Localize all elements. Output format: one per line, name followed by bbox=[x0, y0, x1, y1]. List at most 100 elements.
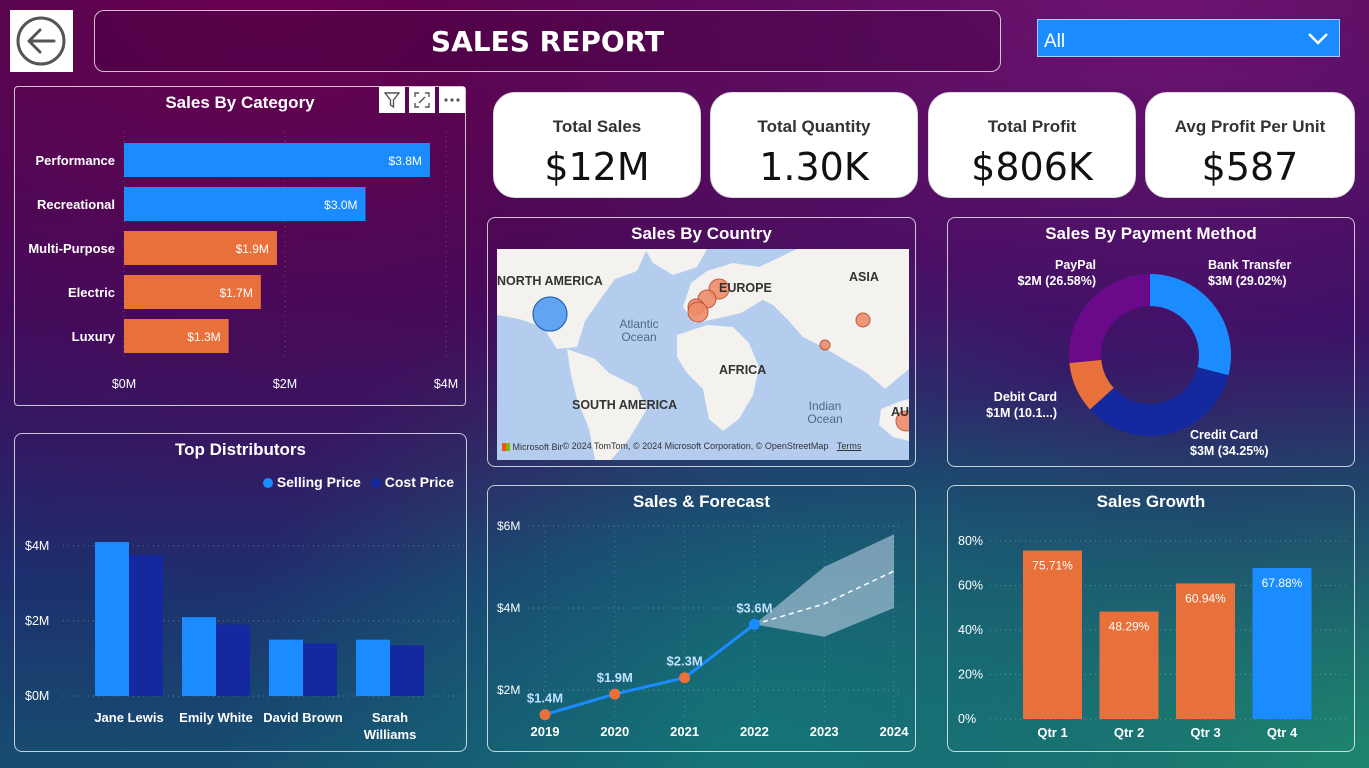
country-bubble bbox=[855, 312, 871, 328]
data-label: $2.3M bbox=[667, 654, 703, 669]
y-tick-label: $4M bbox=[25, 539, 49, 553]
kpi-label: Total Profit bbox=[987, 117, 1077, 136]
category-bar bbox=[124, 143, 430, 177]
forecast-line-chart: $2M $4M $6M 2019 2020 2021 2022 2023 2024 $1.4M $1… bbox=[497, 519, 909, 739]
back-button[interactable] bbox=[10, 10, 73, 72]
slice-name-label: Bank Transfer bbox=[1208, 258, 1292, 272]
category-label: Jane Lewis bbox=[94, 710, 163, 725]
y-tick-label: $4M bbox=[497, 601, 520, 615]
sales-by-payment-panel[interactable]: Sales By Payment Method Bank Transfer $3M… bbox=[947, 217, 1355, 467]
data-label: $1.9M bbox=[597, 670, 633, 685]
donut-slice bbox=[1150, 274, 1231, 376]
map-attribution: Microsoft Bing© 2024 TomTom, © 2024 Micr… bbox=[502, 441, 861, 452]
slice-value-label: $3M (34.25%) bbox=[1190, 444, 1269, 458]
forecast-band bbox=[754, 534, 894, 637]
chevron-down-icon bbox=[1308, 33, 1328, 45]
distributor-bar bbox=[95, 542, 129, 696]
bar-value-label: $1.9M bbox=[236, 242, 269, 256]
category-label: Luxury bbox=[72, 329, 116, 344]
bar-value-label: $3.8M bbox=[389, 154, 422, 168]
y-tick-label: $0M bbox=[25, 689, 49, 703]
x-tick-label: 2019 bbox=[531, 724, 560, 739]
slice-value-label: $2M (26.58%) bbox=[1017, 274, 1096, 288]
sales-line bbox=[544, 623, 756, 717]
kpi-card-total-quantity: Total Quantity 1.30K bbox=[710, 92, 918, 198]
donut-slice bbox=[1090, 367, 1229, 436]
bar-value-label: $1.3M bbox=[187, 330, 220, 344]
map-label: SOUTH AMERICA bbox=[572, 398, 678, 412]
landmass bbox=[645, 249, 707, 275]
map-label: NORTH AMERICA bbox=[497, 274, 603, 288]
sales-forecast-panel[interactable]: Sales & Forecast $2M $4M $6M 2019 2020 2021 20… bbox=[487, 485, 916, 752]
y-tick-label: 40% bbox=[958, 623, 983, 637]
terms-link[interactable]: Terms bbox=[837, 441, 862, 451]
growth-bar-chart: 0% 20% 40% 60% 80% 75.71% Qtr 1 48.29% Qtr 2 60.9… bbox=[958, 534, 1346, 740]
kpi-value: $587 bbox=[1201, 145, 1299, 189]
category-label: Emily White bbox=[179, 710, 253, 725]
world-map[interactable]: NORTH AMERICA EUROPE ASIA AFRICA SOUTH A… bbox=[497, 249, 909, 460]
map-label: ASIA bbox=[849, 270, 879, 284]
slice-name-label: Debit Card bbox=[994, 390, 1057, 404]
payment-donut-chart: Bank Transfer $3M (29.02%) Credit Card $3M … bbox=[986, 258, 1292, 458]
distributors-bar-chart: $0M $2M $4M Jane Lewis Emily White David Brow… bbox=[25, 539, 462, 742]
back-arrow-icon bbox=[16, 16, 66, 66]
title-bar: SALES REPORT bbox=[94, 10, 1001, 72]
category-label: David Brown bbox=[263, 710, 343, 725]
distributor-bar bbox=[216, 624, 250, 696]
bar-value-label: 75.71% bbox=[1032, 559, 1073, 573]
data-point bbox=[748, 618, 760, 630]
distributor-bar bbox=[390, 645, 424, 696]
sales-by-category-panel[interactable]: Sales By Category Performance $3.8M Recrea… bbox=[14, 86, 466, 406]
kpi-card-total-sales: Total Sales $12M bbox=[493, 92, 701, 198]
panel-title: Sales By Country bbox=[631, 224, 772, 243]
bar-value-label: 60.94% bbox=[1185, 591, 1226, 605]
y-tick-label: $6M bbox=[497, 519, 520, 533]
slice-value-label: $1M (10.1...) bbox=[986, 406, 1057, 420]
y-tick-label: $2M bbox=[497, 683, 520, 697]
kpi-value: 1.30K bbox=[759, 145, 869, 189]
y-tick-label: 0% bbox=[958, 712, 976, 726]
data-point bbox=[539, 709, 551, 721]
kpi-card-total-profit: Total Profit $806K bbox=[928, 92, 1136, 198]
kpi-value: $806K bbox=[971, 145, 1093, 189]
sales-by-country-panel[interactable]: Sales By Country NORTH AMERICA EUROPE AS… bbox=[487, 217, 916, 467]
page-title: SALES REPORT bbox=[430, 25, 665, 58]
category-label: Williams bbox=[364, 727, 417, 742]
slice-name-label: Credit Card bbox=[1190, 428, 1258, 442]
map-label: EUROPE bbox=[719, 281, 772, 295]
growth-bar bbox=[1023, 550, 1082, 719]
x-tick-label: Qtr 3 bbox=[1190, 725, 1220, 740]
data-label: $1.4M bbox=[527, 691, 563, 706]
distributor-bar bbox=[129, 555, 163, 696]
x-tick-label: 2022 bbox=[740, 724, 769, 739]
distributor-bar bbox=[182, 617, 216, 696]
slice-name-label: PayPal bbox=[1055, 258, 1096, 272]
map-label: Indian Ocean bbox=[807, 399, 843, 426]
x-tick-label: Qtr 4 bbox=[1267, 725, 1298, 740]
filter-dropdown[interactable]: All bbox=[1037, 19, 1340, 57]
category-label: Performance bbox=[36, 153, 115, 168]
bar-value-label: $1.7M bbox=[219, 286, 252, 300]
x-tick-label: 2023 bbox=[810, 724, 839, 739]
top-distributors-panel[interactable]: Top Distributors Selling Price Cost Pric… bbox=[14, 433, 467, 752]
attribution-text: © 2024 TomTom, © 2024 Microsoft Corporat… bbox=[562, 441, 829, 452]
kpi-label: Avg Profit Per Unit bbox=[1174, 117, 1326, 136]
bar-value-label: 48.29% bbox=[1109, 620, 1150, 634]
x-tick-label: 2020 bbox=[600, 724, 629, 739]
x-tick-label: $4M bbox=[434, 377, 458, 391]
category-label: Sarah bbox=[372, 710, 408, 725]
kpi-card-avg-profit: Avg Profit Per Unit $587 bbox=[1145, 92, 1355, 198]
sales-growth-panel[interactable]: Sales Growth 0% 20% 40% 60% 80% 75.71% Qtr 1 48… bbox=[947, 485, 1355, 752]
country-bubble bbox=[687, 301, 709, 323]
x-tick-label: Qtr 1 bbox=[1037, 725, 1067, 740]
x-tick-label: $2M bbox=[273, 377, 297, 391]
slice-value-label: $3M (29.02%) bbox=[1208, 274, 1287, 288]
x-tick-label: 2021 bbox=[670, 724, 699, 739]
category-label: Recreational bbox=[37, 197, 115, 212]
map-label: Atlantic Ocean bbox=[619, 317, 659, 344]
map-label: AUS bbox=[891, 405, 909, 419]
category-bar-chart: Performance $3.8M Recreational $3.0M Multi-P… bbox=[28, 131, 458, 391]
data-point bbox=[609, 688, 621, 700]
microsoft-logo-icon bbox=[502, 443, 510, 451]
data-label: $3.6M bbox=[736, 600, 772, 615]
